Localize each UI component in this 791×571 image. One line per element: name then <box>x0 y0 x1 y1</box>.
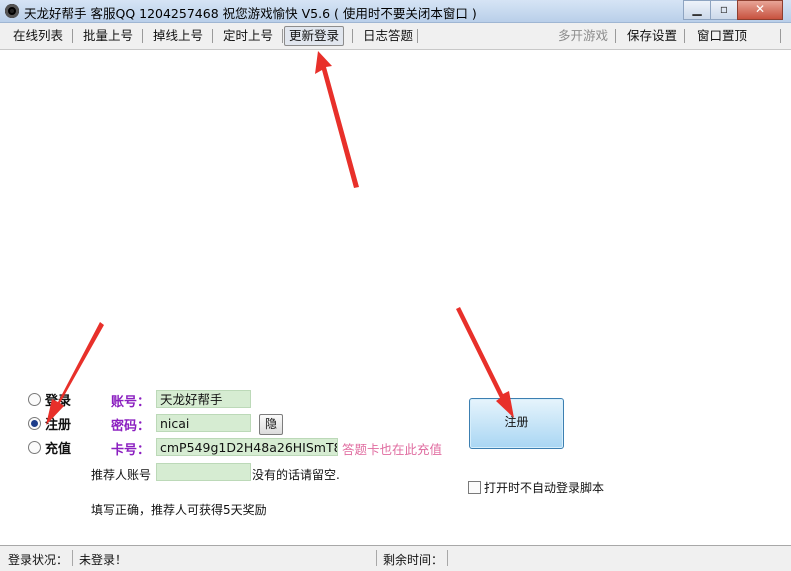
radio-register[interactable] <box>28 417 41 430</box>
radio-register-label: 注册 <box>45 418 72 433</box>
close-icon: ✕ <box>754 2 766 16</box>
referrer-input[interactable] <box>156 463 251 481</box>
window-controls: ▁ ▫ ✕ <box>683 0 783 20</box>
referrer-label: 推荐人账号 <box>91 468 152 482</box>
no-autologin-checkbox[interactable] <box>468 481 481 494</box>
minimize-icon: ▁ <box>692 2 702 16</box>
title-bar[interactable]: 天龙好帮手 客服QQ 1204257468 祝您游戏愉快 V5.6 ( 使用时不… <box>0 0 791 23</box>
menu-bar: 在线列表 批量上号 掉线上号 定时上号 更新登录 日志答题 多开游戏 保存设置 … <box>0 23 791 50</box>
card-label: 卡号： <box>111 443 151 458</box>
radio-recharge[interactable] <box>28 441 41 454</box>
menu-separator <box>282 29 283 43</box>
status-separator <box>376 550 377 566</box>
menu-separator <box>142 29 143 43</box>
menu-save-settings[interactable]: 保存设置 <box>623 27 681 45</box>
radio-recharge-label: 充值 <box>45 442 72 457</box>
menu-update-login[interactable]: 更新登录 <box>284 26 345 46</box>
menu-batch-login[interactable]: 批量上号 <box>79 27 137 45</box>
maximize-icon: ▫ <box>719 2 729 16</box>
maximize-button[interactable]: ▫ <box>710 0 738 20</box>
menu-separator <box>212 29 213 43</box>
status-separator <box>72 550 73 566</box>
register-button[interactable]: 注册 <box>469 398 564 449</box>
menu-separator <box>684 29 685 43</box>
login-status-value: 未登录！ <box>79 553 128 567</box>
close-button[interactable]: ✕ <box>737 0 783 20</box>
menu-online-list[interactable]: 在线列表 <box>9 27 67 45</box>
referrer-hint: 没有的话请留空. <box>252 468 340 482</box>
radio-login[interactable] <box>28 393 41 406</box>
menu-window-top[interactable]: 窗口置顶 <box>693 27 751 45</box>
menu-separator <box>780 29 781 43</box>
card-hint: 答题卡也在此充值 <box>342 442 443 457</box>
reward-note: 填写正确，推荐人可获得5天奖励 <box>91 503 267 517</box>
account-label: 账号： <box>111 395 151 410</box>
menu-reconnect-login[interactable]: 掉线上号 <box>149 27 207 45</box>
menu-multi-open-game[interactable]: 多开游戏 <box>554 27 612 45</box>
radio-login-label: 登录 <box>45 394 72 409</box>
no-autologin-label: 打开时不自动登录脚本 <box>484 481 605 495</box>
account-input[interactable]: 天龙好帮手 <box>156 390 251 408</box>
menu-log-answer[interactable]: 日志答题 <box>359 27 417 45</box>
status-bar: 登录状况： 未登录！ 剩余时间： <box>0 545 791 571</box>
menu-separator <box>72 29 73 43</box>
minimize-button[interactable]: ▁ <box>683 0 711 20</box>
window-title: 天龙好帮手 客服QQ 1204257468 祝您游戏愉快 V5.6 ( 使用时不… <box>24 6 477 21</box>
menu-timed-login[interactable]: 定时上号 <box>219 27 277 45</box>
password-input[interactable]: nicai <box>156 414 251 432</box>
app-icon <box>5 4 19 18</box>
login-status-label: 登录状况： <box>8 553 69 567</box>
hide-password-button[interactable]: 隐 <box>259 414 283 435</box>
menu-separator <box>615 29 616 43</box>
password-label: 密码： <box>111 419 151 434</box>
card-input[interactable]: cmP549g1D2H48a26HISmT8N <box>156 438 338 456</box>
menu-separator <box>352 29 353 43</box>
menu-separator <box>417 29 418 43</box>
remaining-time-label: 剩余时间： <box>383 553 444 567</box>
status-separator <box>447 550 448 566</box>
